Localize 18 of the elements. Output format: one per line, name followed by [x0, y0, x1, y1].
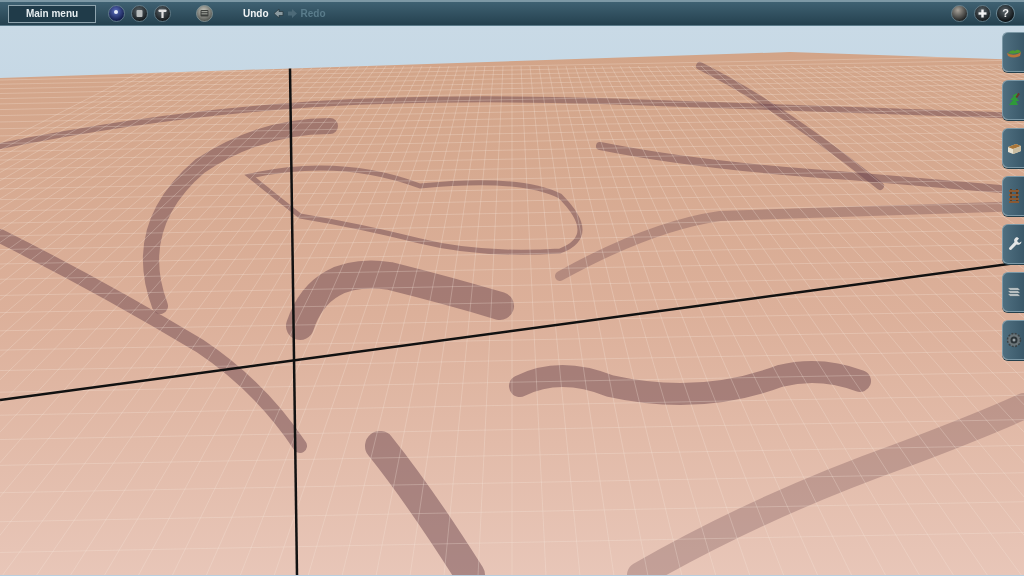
side-tab[interactable]	[1002, 272, 1024, 312]
help-button[interactable]: ?	[997, 5, 1014, 22]
layers-icon	[1005, 284, 1022, 300]
screen-icon[interactable]	[196, 5, 213, 22]
main-menu-button[interactable]: Main menu	[8, 4, 96, 23]
gear-icon	[1005, 332, 1022, 348]
sphere-icon[interactable]	[108, 5, 125, 22]
side-tab[interactable]	[1002, 320, 1024, 360]
hammer-icon[interactable]	[154, 5, 171, 22]
side-tab[interactable]	[1002, 176, 1024, 216]
undo-label[interactable]: Undo	[243, 8, 269, 19]
side-tab[interactable]	[1002, 80, 1024, 120]
side-tab[interactable]	[1002, 224, 1024, 264]
plus-icon[interactable]	[974, 5, 991, 22]
sphere-icon[interactable]	[951, 5, 968, 22]
side-tab[interactable]	[1002, 32, 1024, 72]
undo-arrow-icon[interactable]	[272, 8, 284, 19]
side-tab[interactable]	[1002, 128, 1024, 168]
